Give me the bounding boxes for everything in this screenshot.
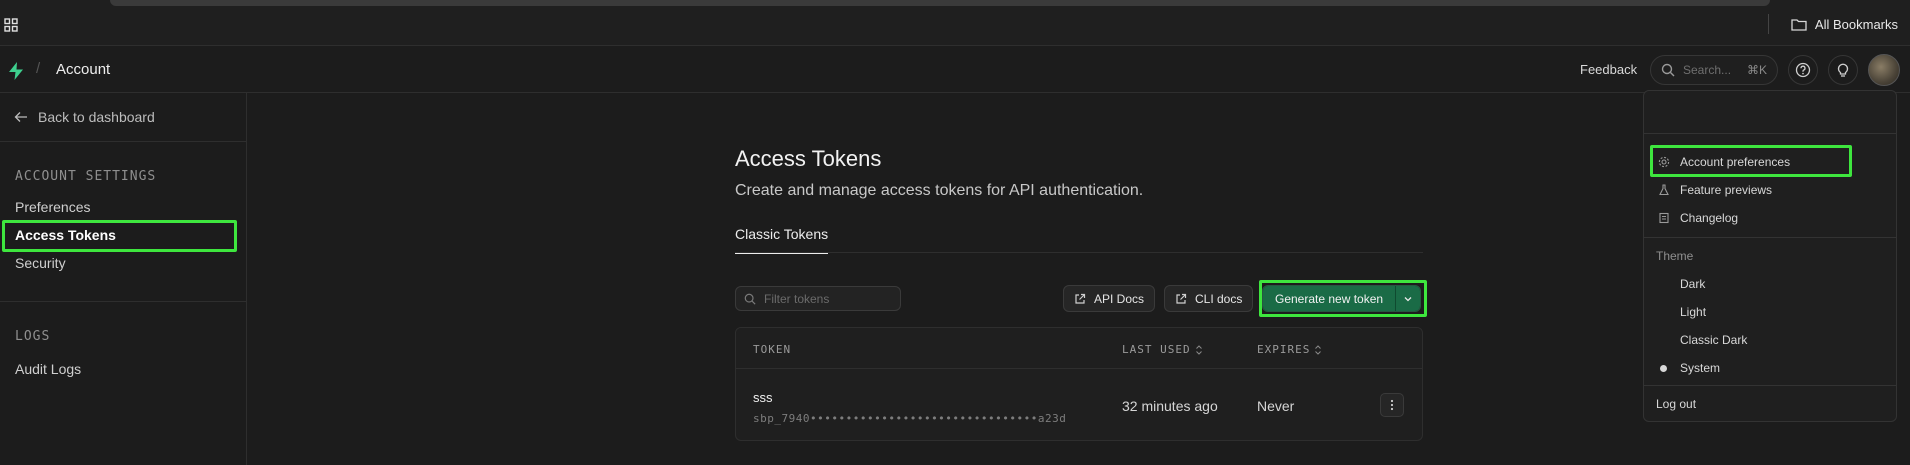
sort-icon [1195, 344, 1202, 355]
page-breadcrumb-title[interactable]: Account [56, 61, 110, 78]
column-header-last-used[interactable]: LAST USED [1122, 343, 1203, 356]
supabase-logo-icon[interactable] [6, 61, 26, 81]
api-docs-button[interactable]: API Docs [1063, 285, 1156, 312]
token-expires: Never [1257, 398, 1295, 414]
feedback-button[interactable]: Feedback [1580, 62, 1637, 77]
back-to-dashboard-link[interactable]: Back to dashboard [14, 109, 155, 125]
chevron-down-icon [1404, 296, 1412, 301]
theme-option-system[interactable]: System [1644, 355, 1896, 381]
token-name: sss [753, 390, 773, 405]
menu-item-feature-previews[interactable]: Feature previews [1644, 177, 1896, 203]
more-vertical-icon [1390, 399, 1394, 411]
generate-token-button-group: Generate new token [1262, 285, 1422, 312]
search-icon [744, 293, 756, 305]
column-label: LAST USED [1122, 343, 1191, 356]
column-label: TOKEN [753, 343, 792, 356]
cli-docs-label: CLI docs [1195, 291, 1243, 306]
theme-option-classic-dark[interactable]: Classic Dark [1644, 327, 1896, 353]
logout-label: Log out [1656, 397, 1697, 411]
table-header: TOKEN LAST USED EXPIRES [736, 328, 1422, 369]
gear-icon [1658, 156, 1670, 168]
sidebar-heading-account-settings: ACCOUNT SETTINGS [15, 169, 157, 184]
menu-item-changelog[interactable]: Changelog [1644, 205, 1896, 231]
tabs-divider [735, 252, 1423, 253]
account-dropdown-menu: Account preferences Feature previews Cha… [1643, 90, 1897, 422]
cli-docs-button[interactable]: CLI docs [1164, 285, 1254, 312]
dropdown-divider [1644, 237, 1896, 238]
sidebar-heading-logs: LOGS [15, 329, 51, 344]
external-link-icon [1075, 293, 1086, 304]
column-header-token: TOKEN [753, 343, 791, 356]
page-title: Access Tokens [735, 146, 882, 171]
sidebar-item-access-tokens[interactable]: Access Tokens [15, 227, 116, 243]
logout-button[interactable]: Log out [1644, 391, 1896, 417]
avatar[interactable] [1868, 54, 1900, 86]
changelog-icon [1659, 212, 1669, 224]
filter-tokens-input[interactable] [764, 291, 884, 306]
bookmarks-separator [1768, 14, 1769, 34]
browser-bookmarks-bar: All Bookmarks [0, 0, 1910, 46]
whats-new-button[interactable] [1828, 55, 1858, 85]
arrow-left-icon [14, 112, 27, 122]
sidebar-divider [0, 301, 247, 302]
folder-icon [1791, 19, 1807, 31]
sidebar-item-security[interactable]: Security [15, 255, 66, 271]
account-sidebar: Back to dashboard ACCOUNT SETTINGS Prefe… [0, 93, 247, 465]
api-docs-label: API Docs [1094, 291, 1145, 306]
token-value: sbp_7940••••••••••••••••••••••••••••••••… [753, 412, 1067, 425]
all-bookmarks-button[interactable]: All Bookmarks [1791, 17, 1898, 32]
filter-tokens-field[interactable] [735, 286, 901, 311]
tab-classic-tokens[interactable]: Classic Tokens [735, 226, 829, 254]
external-link-icon [1176, 293, 1187, 304]
breadcrumb-separator: / [36, 60, 41, 77]
help-icon [1795, 62, 1811, 78]
sidebar-divider [0, 141, 247, 142]
menu-item-label: Account preferences [1680, 155, 1791, 169]
sidebar-item-audit-logs[interactable]: Audit Logs [15, 361, 81, 377]
search-button[interactable]: Search... ⌘K [1650, 55, 1778, 85]
lightbulb-icon [1837, 63, 1849, 77]
column-label: EXPIRES [1257, 343, 1311, 356]
tokens-table: TOKEN LAST USED EXPIRES sss sbp_7940••••… [735, 327, 1423, 441]
generate-token-options-button[interactable] [1396, 286, 1421, 311]
search-icon [1661, 63, 1675, 77]
apps-grid-icon[interactable] [4, 18, 18, 32]
theme-option-label: System [1680, 361, 1721, 375]
search-shortcut: ⌘K [1746, 63, 1767, 77]
generate-new-token-button[interactable]: Generate new token [1263, 286, 1397, 311]
menu-item-label: Feature previews [1680, 183, 1773, 197]
dropdown-divider [1644, 133, 1896, 134]
column-header-expires[interactable]: EXPIRES [1257, 343, 1322, 356]
theme-option-dark[interactable]: Dark [1644, 271, 1896, 297]
all-bookmarks-label: All Bookmarks [1814, 17, 1898, 32]
theme-option-light[interactable]: Light [1644, 299, 1896, 325]
menu-item-account-preferences[interactable]: Account preferences [1644, 149, 1896, 175]
token-actions-button[interactable] [1380, 393, 1404, 417]
app-header: / Account Feedback Search... ⌘K [0, 46, 1910, 93]
sort-icon [1315, 344, 1322, 355]
flask-icon [1659, 184, 1669, 196]
search-placeholder: Search... [1683, 63, 1732, 77]
sidebar-item-preferences[interactable]: Preferences [15, 199, 90, 215]
back-to-dashboard-label: Back to dashboard [38, 109, 155, 125]
menu-item-label: Changelog [1680, 211, 1739, 225]
page-subtitle: Create and manage access tokens for API … [735, 182, 1144, 199]
browser-tab-strip [110, 0, 1770, 6]
dropdown-divider [1644, 385, 1896, 386]
token-last-used: 32 minutes ago [1122, 398, 1218, 414]
help-button[interactable] [1788, 55, 1818, 85]
theme-heading: Theme [1656, 249, 1694, 263]
